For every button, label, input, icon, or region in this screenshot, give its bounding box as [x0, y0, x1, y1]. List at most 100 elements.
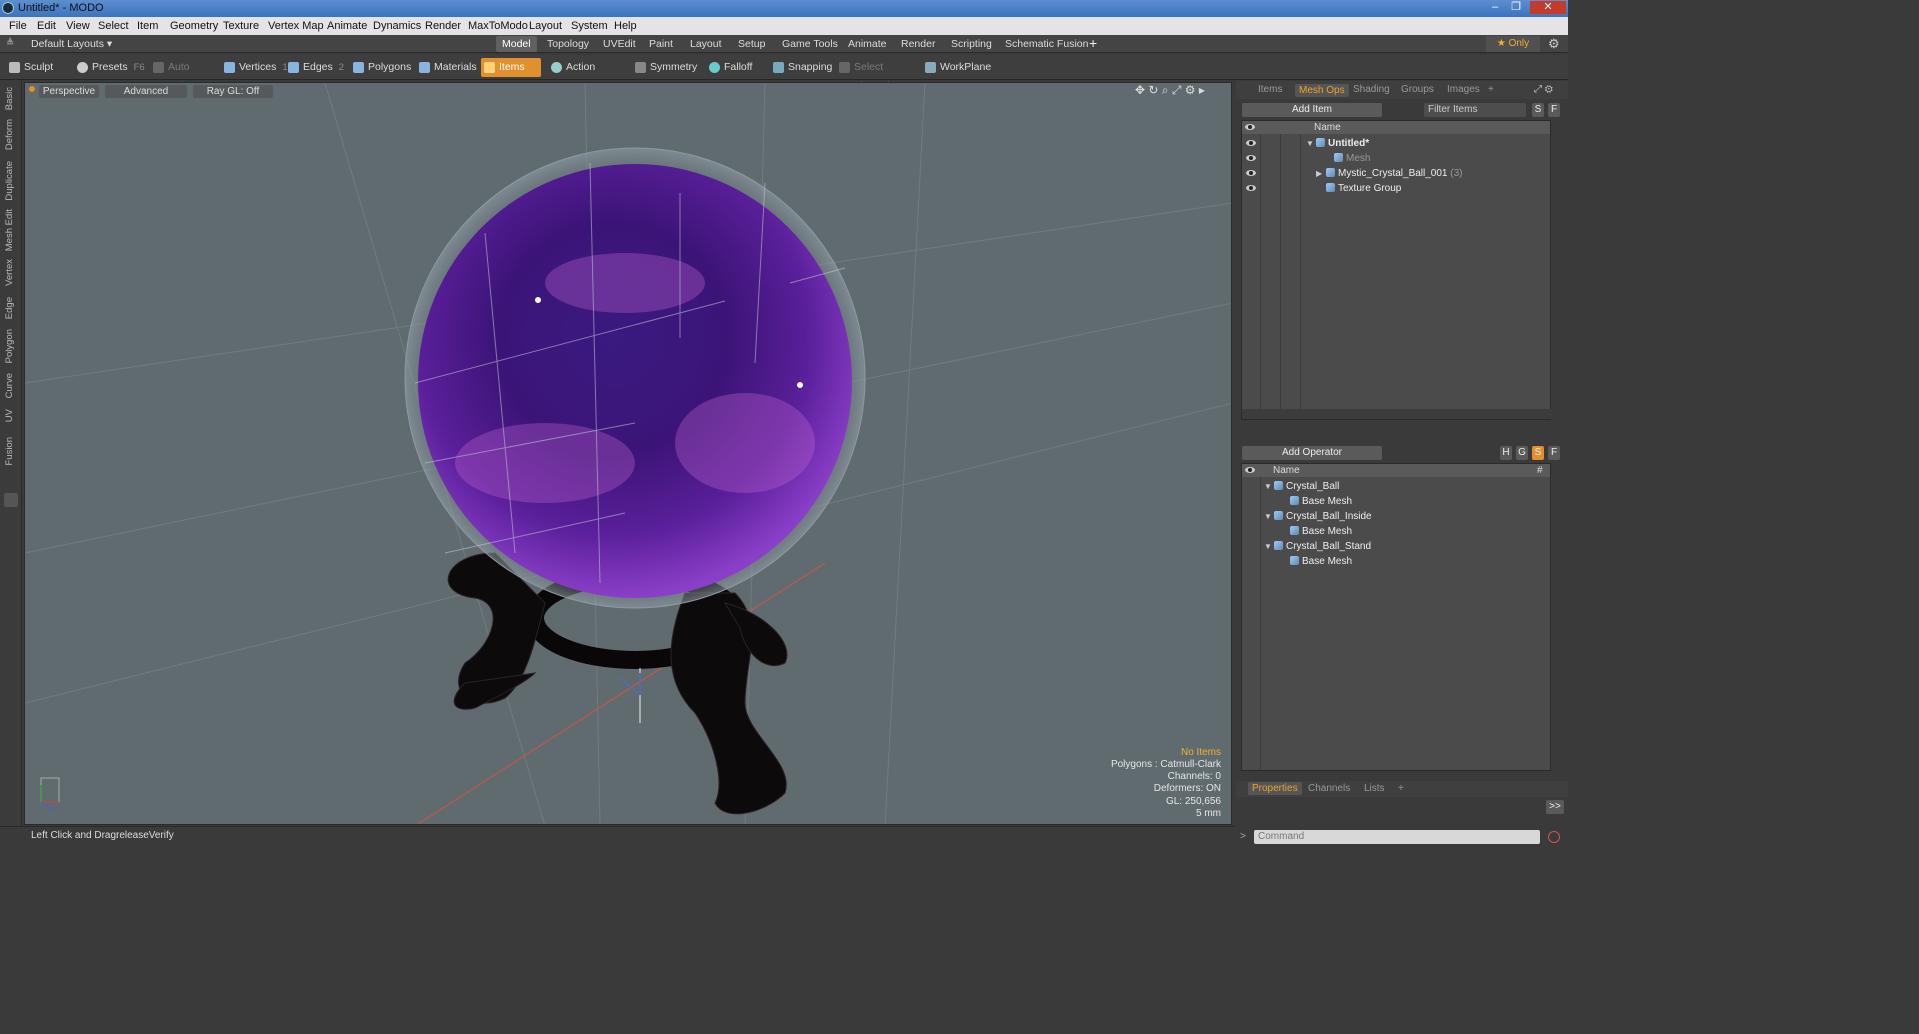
panel-options-icon[interactable]: ⤢ ⚙ — [1534, 84, 1553, 95]
s-toggle-button[interactable]: S — [1532, 446, 1544, 460]
vertices-button[interactable]: Vertices 1 — [221, 58, 288, 77]
tab-shading[interactable]: Shading — [1353, 84, 1390, 95]
add-operator-button[interactable]: Add Operator — [1242, 446, 1382, 460]
crystal-ball-inside[interactable] — [418, 164, 852, 598]
tab-polygon[interactable]: Polygon — [4, 329, 18, 363]
menu-texture[interactable]: Texture — [223, 20, 259, 32]
items-button[interactable]: Items — [481, 58, 541, 77]
horizontal-scrollbar[interactable] — [1242, 409, 1552, 419]
tab-game-tools[interactable]: Game Tools — [776, 36, 844, 52]
visibility-eye-icon[interactable] — [1246, 170, 1256, 176]
list-item[interactable]: ▼ Crystal_Ball_Inside — [1242, 509, 1550, 524]
visibility-eye-icon[interactable] — [1246, 185, 1256, 191]
tab-layout[interactable]: Layout — [684, 36, 728, 52]
menu-select[interactable]: Select — [98, 20, 129, 32]
list-item[interactable]: Texture Group — [1242, 181, 1550, 196]
menu-item[interactable]: Item — [137, 20, 158, 32]
select-through-button[interactable]: Select Through — [836, 58, 918, 92]
add-tab-icon[interactable]: + — [1398, 783, 1404, 794]
add-item-button[interactable]: Add Item — [1242, 103, 1382, 117]
tab-uv[interactable]: UV — [4, 409, 18, 422]
minimize-button[interactable]: – — [1486, 1, 1504, 14]
command-input[interactable]: Command — [1254, 830, 1540, 844]
polygons-button[interactable]: Polygons — [350, 58, 411, 77]
visibility-eye-icon[interactable] — [1246, 140, 1256, 146]
add-tab-icon[interactable]: + — [1089, 35, 1097, 51]
tab-scripting[interactable]: Scripting — [945, 36, 998, 52]
falloff-button[interactable]: Falloff — [706, 58, 762, 77]
filter-items-input[interactable]: Filter Items — [1424, 103, 1526, 117]
tab-render[interactable]: Render — [895, 36, 941, 52]
menu-maxtomodo[interactable]: MaxToModo — [468, 20, 528, 32]
menu-vertex-map[interactable]: Vertex Map — [268, 20, 324, 32]
tab-mesh-edit[interactable]: Mesh Edit — [4, 209, 18, 251]
tab-animate[interactable]: Animate — [842, 36, 893, 52]
action-center-button[interactable]: Action Center — [548, 58, 626, 92]
panel-toggle-button[interactable] — [4, 493, 18, 507]
record-icon[interactable] — [1548, 831, 1560, 843]
f-toggle-button[interactable]: F — [1548, 446, 1560, 460]
tab-vertex[interactable]: Vertex — [4, 259, 18, 286]
list-item[interactable]: ▼ Untitled* — [1242, 136, 1550, 151]
list-item[interactable]: Base Mesh — [1242, 494, 1550, 509]
3d-viewport[interactable]: Perspective Advanced Ray GL: Off ✥ ↻ ⌕ ⤢… — [24, 82, 1232, 825]
materials-button[interactable]: Materials — [416, 58, 477, 77]
f-button[interactable]: F — [1548, 103, 1560, 117]
menu-layout[interactable]: Layout — [529, 20, 562, 32]
tab-basic[interactable]: Basic — [4, 87, 18, 110]
close-button[interactable]: ✕ — [1530, 1, 1566, 14]
list-item[interactable]: ▶ Mystic_Crystal_Ball_001 (3) — [1242, 166, 1550, 181]
gear-icon[interactable]: ⚙ — [1548, 36, 1560, 52]
tab-topology[interactable]: Topology — [541, 36, 595, 52]
tab-images[interactable]: Images — [1447, 84, 1480, 95]
tab-mesh-ops[interactable]: Mesh Ops — [1295, 84, 1349, 97]
edges-button[interactable]: Edges 2 — [285, 58, 349, 77]
s-button[interactable]: S — [1532, 103, 1544, 117]
tab-schematic-fusion[interactable]: Schematic Fusion — [999, 36, 1094, 52]
tab-fusion[interactable]: Fusion — [4, 437, 18, 466]
menu-animate[interactable]: Animate — [327, 20, 367, 32]
list-item[interactable]: ▼ Crystal_Ball_Stand — [1242, 539, 1550, 554]
list-item[interactable]: ▼ Crystal_Ball — [1242, 479, 1550, 494]
sculpt-button[interactable]: Sculpt — [6, 58, 66, 77]
menu-geometry[interactable]: Geometry — [170, 20, 218, 32]
presets-button[interactable]: Presets F6 — [74, 58, 145, 77]
menu-file[interactable]: File — [9, 20, 27, 32]
expand-button[interactable]: >> — [1546, 800, 1564, 814]
tab-curve[interactable]: Curve — [4, 373, 18, 398]
tab-deform[interactable]: Deform — [4, 119, 18, 150]
restore-button[interactable]: ❐ — [1507, 1, 1525, 14]
menu-dynamics[interactable]: Dynamics — [373, 20, 421, 32]
list-item[interactable]: Mesh — [1242, 151, 1550, 166]
h-button[interactable]: H — [1500, 446, 1512, 460]
tab-channels[interactable]: Channels — [1308, 783, 1350, 794]
view-perspective-dropdown[interactable]: Perspective — [39, 85, 99, 98]
tab-uvedit[interactable]: UVEdit — [597, 36, 642, 52]
tab-groups[interactable]: Groups — [1401, 84, 1434, 95]
menu-help[interactable]: Help — [614, 20, 637, 32]
tab-items[interactable]: Items — [1258, 84, 1282, 95]
layout-dropdown[interactable]: Default Layouts ▾ — [31, 38, 112, 50]
list-item[interactable]: Base Mesh — [1242, 524, 1550, 539]
auto-select-button[interactable]: Auto Select — [150, 58, 218, 92]
menu-view[interactable]: View — [66, 20, 90, 32]
viewport-nav-icons[interactable]: ✥ ↻ ⌕ ⤢ ⚙ ▸ — [1135, 84, 1225, 97]
symmetry-button[interactable]: Symmetry — [632, 58, 697, 77]
workplane-button[interactable]: WorkPlane — [922, 58, 991, 77]
tab-edge[interactable]: Edge — [4, 297, 18, 319]
tab-properties[interactable]: Properties — [1248, 782, 1302, 795]
g-button[interactable]: G — [1516, 446, 1528, 460]
only-toggle[interactable]: ★ Only — [1486, 36, 1540, 52]
list-item[interactable]: Base Mesh — [1242, 554, 1550, 569]
tab-model[interactable]: Model — [496, 36, 537, 52]
tab-setup[interactable]: Setup — [732, 36, 771, 52]
tab-duplicate[interactable]: Duplicate — [4, 161, 18, 201]
shading-advanced-dropdown[interactable]: Advanced — [105, 85, 187, 98]
add-tab-icon[interactable]: + — [1488, 84, 1494, 95]
raygl-toggle[interactable]: Ray GL: Off — [193, 85, 273, 98]
visibility-eye-icon[interactable] — [1246, 155, 1256, 161]
menu-system[interactable]: System — [571, 20, 608, 32]
tab-paint[interactable]: Paint — [643, 36, 679, 52]
menu-render[interactable]: Render — [425, 20, 461, 32]
menu-edit[interactable]: Edit — [37, 20, 56, 32]
